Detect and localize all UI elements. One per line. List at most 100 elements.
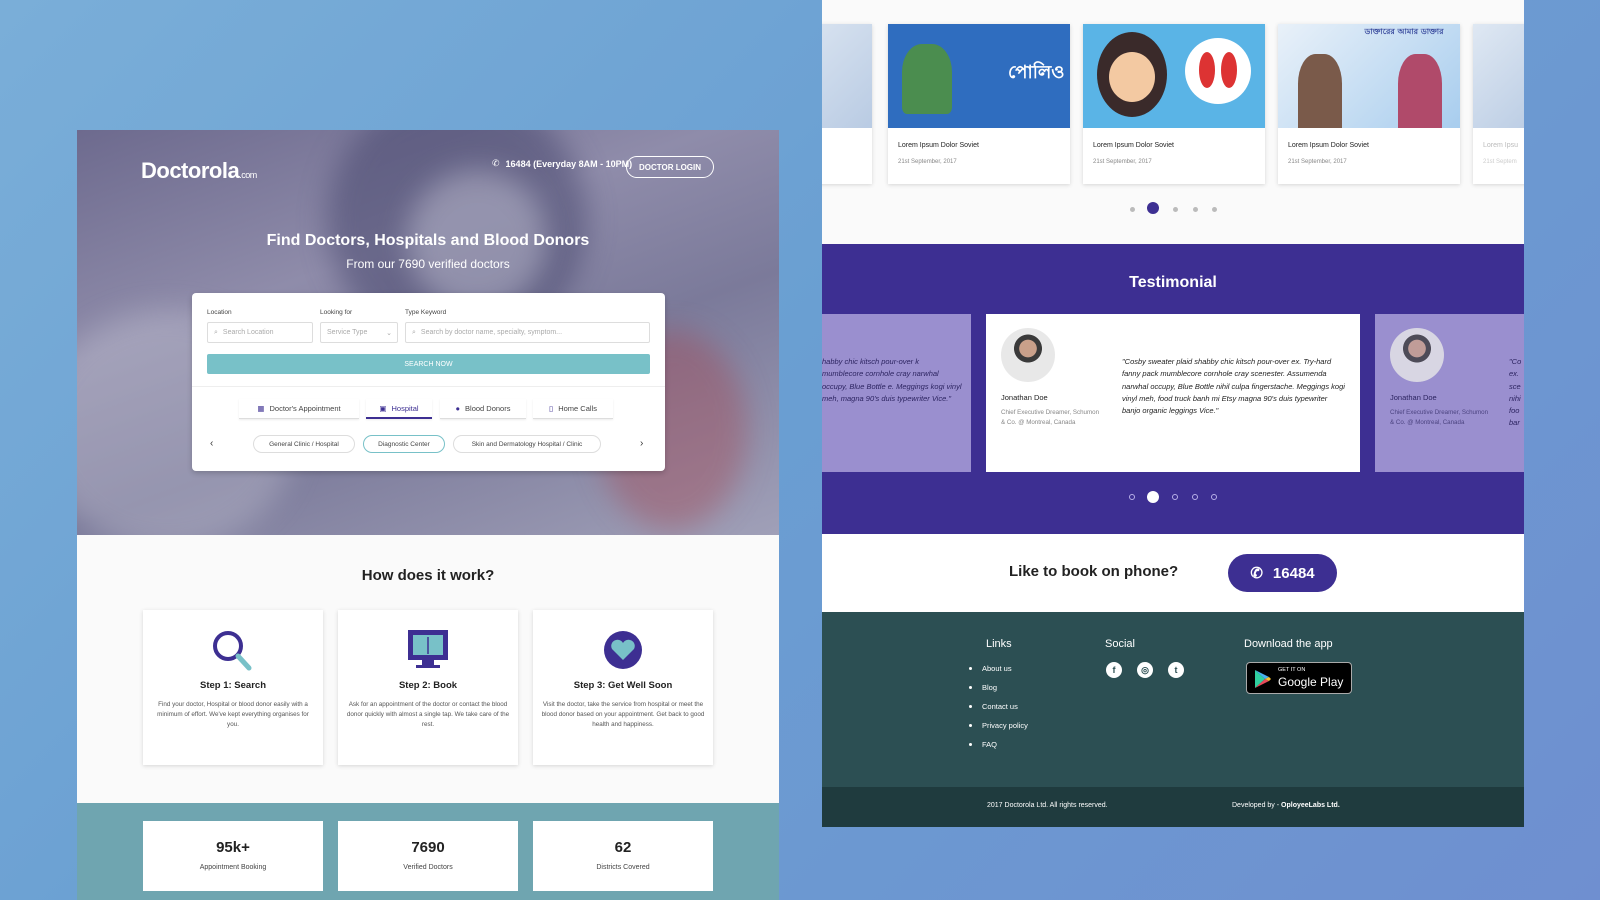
logo[interactable]: Doctorola.com — [141, 158, 257, 184]
blog-image — [1083, 24, 1265, 128]
stat-label: Appointment Booking — [199, 864, 267, 871]
stat-label: Districts Covered — [596, 864, 650, 871]
service-type-select[interactable]: Service Type ⌄ — [320, 322, 398, 343]
blog-title: Lorem Ipsu — [1483, 142, 1519, 149]
instagram-icon[interactable]: ◎ — [1137, 662, 1153, 678]
carousel-dot[interactable] — [1130, 207, 1135, 212]
avatar — [1001, 328, 1055, 382]
links-heading: Links — [986, 638, 1012, 650]
testimonial-card: Jonathan Doe Chief Executive Dreamer, Sc… — [986, 314, 1360, 472]
person-photo — [1298, 54, 1342, 128]
carousel-dot[interactable] — [1173, 207, 1178, 212]
doctor-login-button[interactable]: DOCTOR LOGIN — [626, 156, 714, 178]
logo-text: Doctorola — [141, 158, 240, 183]
blog-date: 21st Septem — [1483, 159, 1517, 165]
blog-date: 21st September, 2017 — [898, 159, 957, 165]
testimonial-dot[interactable] — [1172, 494, 1178, 500]
stat-label: Verified Doctors — [403, 864, 453, 871]
footer-link-blog[interactable]: Blog — [968, 683, 997, 692]
blog-card-partial[interactable] — [822, 24, 872, 184]
landing-page-top: Doctorola.com ✆ 16484 (Everyday 8AM - 10… — [77, 130, 779, 900]
chevron-left-icon[interactable]: ‹ — [210, 438, 213, 449]
blog-card-partial[interactable]: Lorem Ipsu 21st Septem — [1473, 24, 1524, 184]
tab-home-calls[interactable]: ▯ Home Calls — [533, 399, 613, 419]
developer-prefix: Developed by - — [1232, 802, 1282, 809]
tab-label: Home Calls — [558, 404, 597, 413]
twitter-icon[interactable]: t — [1168, 662, 1184, 678]
testimonial-dot[interactable] — [1129, 494, 1135, 500]
step-card-search: Step 1: Search Find your doctor, Hospita… — [143, 610, 323, 765]
footer-link-contact[interactable]: Contact us — [969, 702, 1018, 711]
testimonial-dot-active[interactable] — [1147, 491, 1159, 503]
footer-link-faq[interactable]: FAQ — [968, 740, 997, 749]
carousel-dot[interactable] — [1193, 207, 1198, 212]
chevron-down-icon: ⌄ — [386, 329, 392, 337]
location-input[interactable]: ⌕ Search Location — [207, 322, 313, 343]
stat-card: 95k+ Appointment Booking — [143, 821, 323, 891]
calendar-icon: ▦ — [257, 404, 265, 413]
search-now-button[interactable]: SEARCH NOW — [207, 354, 650, 374]
avatar — [1390, 328, 1444, 382]
header-phone[interactable]: ✆ 16484 (Everyday 8AM - 10PM) — [492, 158, 632, 169]
facebook-icon[interactable]: f — [1106, 662, 1122, 678]
keyword-input[interactable]: ⌕ Search by doctor name, specialty, sympt… — [405, 322, 650, 343]
testimonial-role: Chief Executive Dreamer, Schumon & Co. @… — [1390, 409, 1489, 426]
footer-link-about[interactable]: About us — [969, 664, 1012, 673]
tab-label: Blood Donors — [465, 404, 511, 413]
tab-doctors-appointment[interactable]: ▦ Doctor's Appointment — [239, 399, 359, 419]
google-play-button[interactable]: GET IT ON Google Play — [1246, 662, 1352, 694]
app-heading: Download the app — [1244, 638, 1333, 650]
search-icon: ⌕ — [214, 328, 218, 336]
step-title: Step 3: Get Well Soon — [573, 680, 673, 691]
step-text: Ask for an appointment of the doctor or … — [346, 701, 510, 728]
step-text: Find your doctor, Hospital or blood dono… — [157, 701, 309, 728]
mobile-icon: ▯ — [549, 404, 554, 413]
keyword-placeholder: Search by doctor name, specialty, sympto… — [420, 329, 563, 336]
testimonial-quote: "Cosby sweater plaid shabby chic kitsch … — [1122, 357, 1345, 416]
testimonial-card-partial: habby chic kitsch pour-over k mumblecore… — [822, 314, 971, 472]
tab-blood-donors[interactable]: ● Blood Donors — [440, 399, 526, 419]
blog-title: Lorem Ipsum Dolor Soviet — [1288, 142, 1369, 149]
footer-link-privacy[interactable]: Privacy policy — [969, 721, 1028, 730]
tab-label: Doctor's Appointment — [269, 404, 341, 413]
testimonial-role: Chief Executive Dreamer, Schumon & Co. @… — [1001, 409, 1100, 426]
gp-bottom-text: Google Play — [1278, 675, 1344, 689]
google-play-icon — [1255, 670, 1271, 688]
location-label: Location — [207, 309, 232, 316]
call-button[interactable]: ✆ 16484 — [1228, 554, 1337, 592]
blog-card[interactable]: পোলিও Lorem Ipsum Dolor Soviet 21st Sept… — [888, 24, 1070, 184]
copyright-bar: 2017 Doctorola Ltd. All rights reserved.… — [822, 787, 1524, 827]
carousel-dot[interactable] — [1212, 207, 1217, 212]
blog-card[interactable]: Lorem Ipsum Dolor Soviet 21st September,… — [1083, 24, 1265, 184]
testimonial-name: Jonathan Doe — [1001, 393, 1048, 402]
phone-text: 16484 (Everyday 8AM - 10PM) — [505, 158, 633, 169]
call-number: 16484 — [1272, 564, 1315, 582]
testimonial-quote: "Co ex. sce nihi foo bar — [1509, 357, 1522, 428]
step-card-book: Step 2: Book Ask for an appointment of t… — [338, 610, 518, 765]
cartoon-face — [1109, 52, 1155, 102]
chip-general-clinic[interactable]: General Clinic / Hospital — [253, 435, 355, 453]
blog-image: ডাক্তারের আমার ডাক্তার — [1278, 24, 1460, 128]
looking-for-label: Looking for — [320, 309, 353, 316]
chevron-right-icon[interactable]: › — [640, 438, 643, 449]
testimonial-dot[interactable] — [1211, 494, 1217, 500]
blog-date: 21st September, 2017 — [1093, 159, 1152, 165]
tab-label: Hospital — [391, 403, 419, 413]
step-title: Step 2: Book — [398, 680, 458, 691]
tab-hospital[interactable]: ▣ Hospital — [366, 399, 432, 419]
stat-card: 62 Districts Covered — [533, 821, 713, 891]
blog-title: Lorem Ipsum Dolor Soviet — [898, 142, 979, 149]
lungs-illustration — [1185, 38, 1251, 104]
phone-icon: ✆ — [1250, 565, 1263, 582]
developer-name[interactable]: OployeeLabs Ltd. — [1281, 802, 1340, 809]
blog-art-text: পোলিও — [1008, 62, 1065, 83]
blog-image — [822, 24, 872, 128]
chip-diagnostic-center[interactable]: Diagnostic Center — [363, 435, 445, 453]
book-on-phone-text: Like to book on phone? — [1009, 563, 1179, 580]
testimonial-section: Testimonial habby chic kitsch pour-over … — [822, 244, 1524, 534]
testimonial-dot[interactable] — [1192, 494, 1198, 500]
blog-card[interactable]: ডাক্তারের আমার ডাক্তার Lorem Ipsum Dolor… — [1278, 24, 1460, 184]
carousel-dot-active[interactable] — [1147, 202, 1159, 214]
chip-skin-dermatology[interactable]: Skin and Dermatology Hospital / Clinic — [453, 435, 601, 453]
step-card-get-well: Step 3: Get Well Soon Visit the doctor, … — [533, 610, 713, 765]
